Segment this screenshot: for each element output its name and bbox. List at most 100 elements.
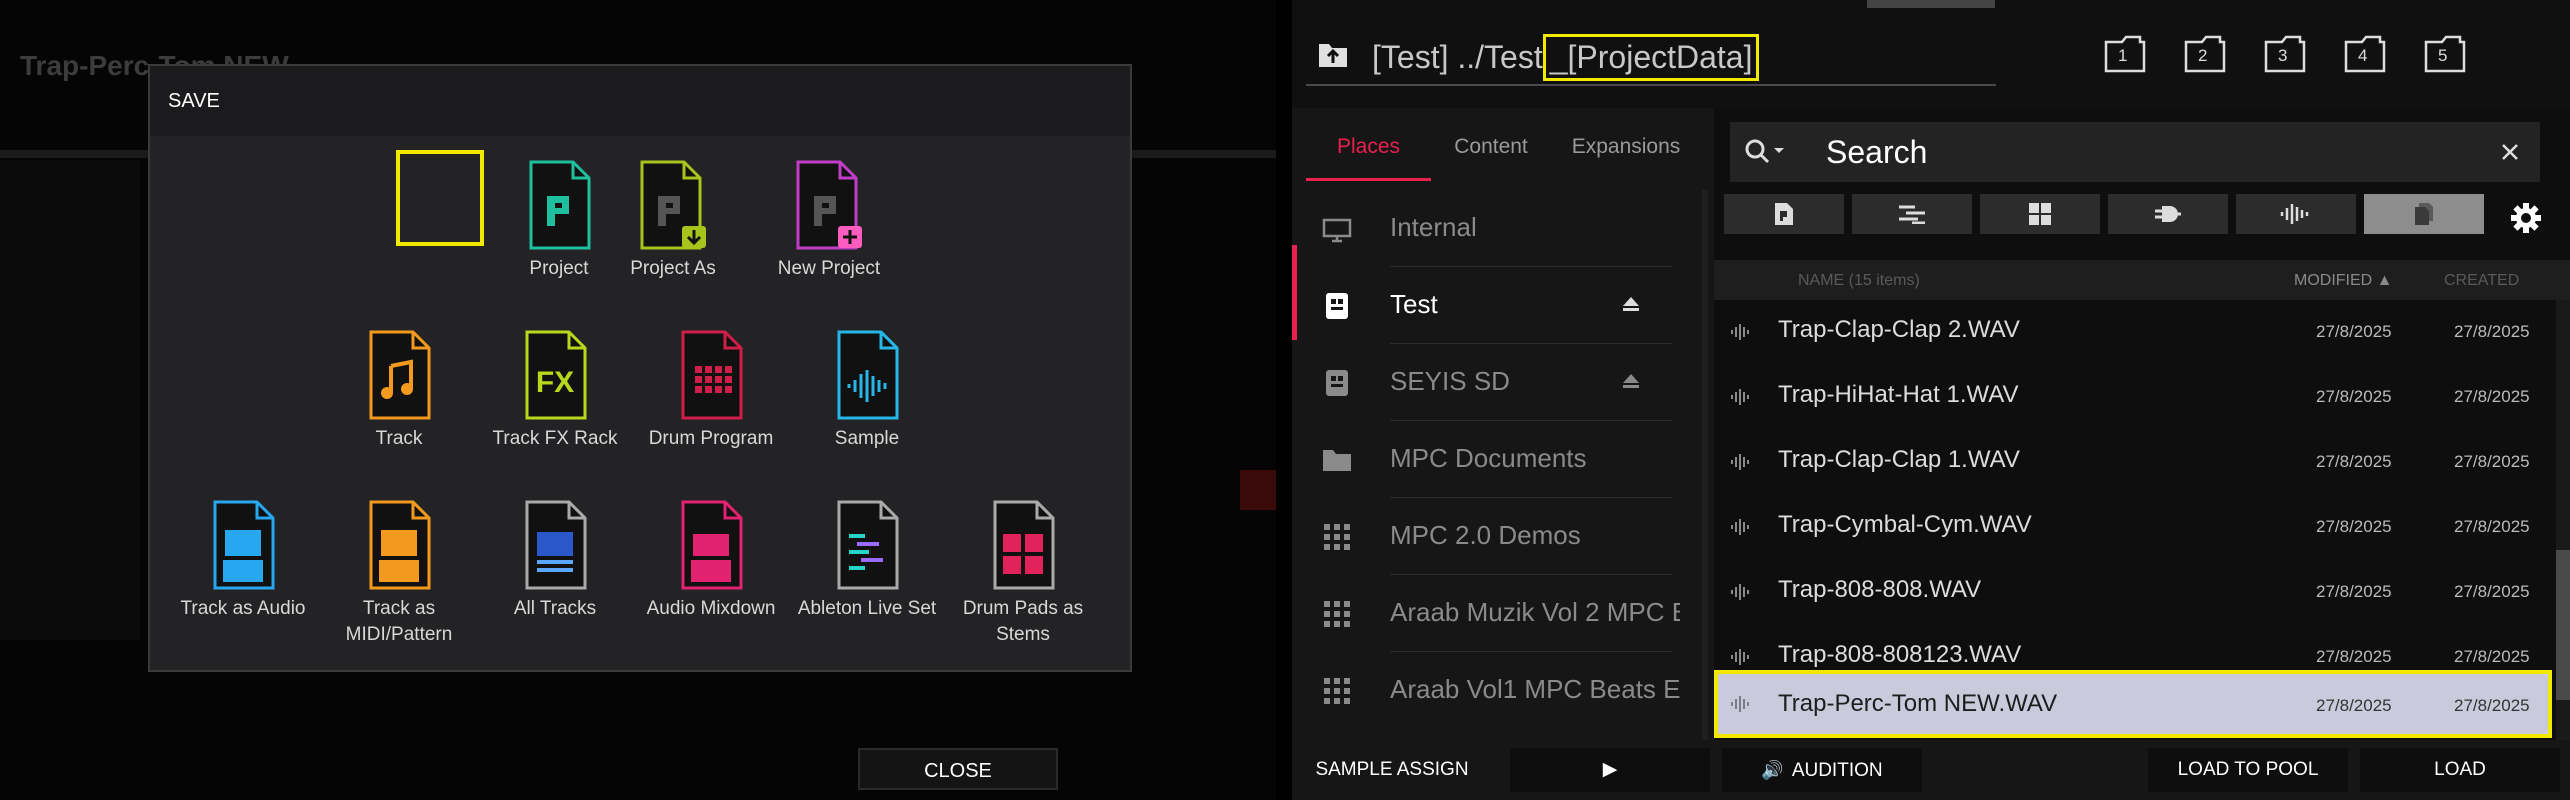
grid-icon	[1324, 678, 1350, 704]
file-created: 27/8/2025	[2454, 387, 2530, 406]
folder-button-5[interactable]: 5	[2424, 34, 2480, 74]
scrollbar-thumb[interactable]	[2556, 550, 2570, 700]
search-bar[interactable]: Search	[1730, 122, 2540, 182]
file-name: Trap-Cymbal-Cym.WAV	[1778, 511, 2032, 538]
places-scrollbar[interactable]	[1702, 190, 1708, 740]
selected-place-indicator	[1292, 245, 1297, 340]
drive-icon	[1326, 370, 1348, 396]
filter-all-files-button[interactable]	[2364, 194, 2484, 234]
save-track-fx-rack-option[interactable]: FX Track FX Rack	[480, 330, 630, 452]
save-option-label: Project As	[630, 258, 716, 279]
place-test[interactable]: Test	[1292, 267, 1712, 344]
sample-assign-button[interactable]: SAMPLE ASSIGN	[1292, 748, 1492, 792]
save-drum-program-option[interactable]: Drum Program	[636, 330, 786, 452]
place-label: MPC 2.0 Demos	[1390, 520, 1581, 550]
save-option-label: All Tracks	[513, 598, 597, 619]
monitor-icon	[1322, 218, 1352, 243]
gear-icon[interactable]	[2510, 202, 2542, 234]
folder-button-1[interactable]: 1	[2104, 34, 2160, 74]
search-placeholder: Search	[1826, 134, 1928, 170]
track-as-audio-icon	[213, 500, 275, 590]
tab-expansions[interactable]: Expansions	[1551, 115, 1701, 179]
load-to-pool-button[interactable]: LOAD TO POOL	[2148, 748, 2348, 792]
load-button[interactable]: LOAD	[2360, 748, 2560, 792]
folder-button-label: 3	[2278, 46, 2288, 65]
bottom-button-bar: SAMPLE ASSIGN ▶ 🔊 AUDITION LOAD TO POOL L…	[1292, 740, 2570, 800]
parent-folder-icon[interactable]	[1318, 40, 1348, 68]
browser-top-bar: [Test] ../Test _[ProjectData] 1 2 3 4 5	[1292, 0, 2570, 108]
play-button[interactable]: ▶	[1510, 748, 1710, 792]
all-tracks-icon	[525, 500, 587, 590]
sequence-icon	[1899, 205, 1925, 224]
filter-sample-button[interactable]	[2236, 194, 2356, 234]
file-row[interactable]: Trap-HiHat-Hat 1.WAV 27/8/2025 27/8/2025	[1714, 365, 2552, 429]
file-created: 27/8/2025	[2454, 696, 2530, 715]
filter-sequence-button[interactable]	[1852, 194, 1972, 234]
waveform-icon	[1731, 584, 1749, 600]
search-icon[interactable]	[1744, 138, 1790, 166]
filter-plugin-button[interactable]	[2108, 194, 2228, 234]
file-row[interactable]: Trap-Clap-Clap 2.WAV 27/8/2025 27/8/2025	[1714, 300, 2552, 364]
save-option-label: Drum Program	[648, 428, 774, 449]
filter-program-button[interactable]	[1980, 194, 2100, 234]
close-button[interactable]: CLOSE	[858, 748, 1058, 790]
file-modified: 27/8/2025	[2316, 582, 2392, 601]
tab-content[interactable]: Content	[1431, 115, 1551, 179]
eject-icon[interactable]	[1622, 372, 1640, 390]
eject-icon[interactable]	[1622, 295, 1640, 313]
place-mpc-documents[interactable]: MPC Documents	[1292, 421, 1712, 498]
clear-search-icon[interactable]	[2500, 142, 2520, 162]
save-track-as-audio-option[interactable]: Track as Audio	[168, 500, 318, 622]
folder-icon	[2104, 35, 2146, 73]
file-row[interactable]: Trap-808-808.WAV 27/8/2025 27/8/2025	[1714, 560, 2552, 624]
place-label: Araab Vol1 MPC Beats Edition	[1390, 674, 1680, 704]
file-row[interactable]: Trap-Clap-Clap 1.WAV 27/8/2025 27/8/2025	[1714, 430, 2552, 494]
save-drum-pads-stems-option[interactable]: Drum Pads as Stems	[948, 500, 1098, 648]
grid-icon	[1324, 601, 1350, 627]
save-ableton-live-set-option[interactable]: Ableton Live Set	[792, 500, 942, 622]
waveform-icon	[1731, 324, 1749, 340]
audition-button[interactable]: 🔊 AUDITION	[1722, 748, 1922, 792]
path-underline	[1306, 84, 1996, 86]
waveform-icon	[1731, 454, 1749, 470]
save-option-label: Sample	[834, 428, 900, 449]
save-new-project-option[interactable]: New Project	[754, 160, 904, 282]
project-icon	[529, 160, 591, 250]
file-row[interactable]: Trap-Cymbal-Cym.WAV 27/8/2025 27/8/2025	[1714, 495, 2552, 559]
column-created-header[interactable]: CREATED	[2444, 272, 2519, 290]
project-highlight	[396, 150, 484, 246]
save-sample-option[interactable]: Sample	[792, 330, 942, 452]
file-list-scrollbar[interactable]	[2556, 300, 2570, 740]
save-project-as-option[interactable]: Project As	[598, 160, 748, 282]
place-mpc-demos[interactable]: MPC 2.0 Demos	[1292, 498, 1712, 575]
save-all-tracks-option[interactable]: All Tracks	[480, 500, 630, 622]
file-modified: 27/8/2025	[2316, 696, 2392, 715]
folder-button-label: 1	[2118, 46, 2128, 65]
browser-tabs: Places Content Expansions	[1306, 115, 1706, 185]
file-name: Trap-Clap-Clap 1.WAV	[1778, 446, 2020, 473]
place-araab-vol2[interactable]: Araab Muzik Vol 2 MPC Beats	[1292, 575, 1712, 652]
save-track-as-midi-option[interactable]: Track as MIDI/Pattern	[324, 500, 474, 648]
path-current-folder: _[ProjectData]	[1542, 34, 1760, 81]
svg-text:FX: FX	[536, 366, 574, 399]
save-track-option[interactable]: Track	[324, 330, 474, 452]
folder-button-3[interactable]: 3	[2264, 34, 2320, 74]
file-name: Trap-HiHat-Hat 1.WAV	[1778, 381, 2019, 408]
file-row-selected[interactable]: Trap-Perc-Tom NEW.WAV 27/8/2025 27/8/202…	[1714, 670, 2552, 738]
column-modified-header[interactable]: MODIFIED ▲	[2294, 272, 2393, 290]
save-screen: Trap-Perc-Tom NEW SAVE Project Project A…	[0, 0, 1276, 800]
file-modified: 27/8/2025	[2316, 322, 2392, 341]
place-araab-vol1[interactable]: Araab Vol1 MPC Beats Edition	[1292, 652, 1712, 729]
folder-button-4[interactable]: 4	[2344, 34, 2400, 74]
save-option-label: Track	[375, 428, 423, 449]
folder-button-2[interactable]: 2	[2184, 34, 2240, 74]
folder-icon	[2424, 35, 2466, 73]
save-audio-mixdown-option[interactable]: Audio Mixdown	[636, 500, 786, 622]
place-seyis-sd[interactable]: SEYIS SD	[1292, 344, 1712, 421]
folder-icon	[2264, 35, 2306, 73]
file-name: Trap-808-808.WAV	[1778, 576, 1982, 603]
filter-project-button[interactable]	[1724, 194, 1844, 234]
column-name-header[interactable]: NAME (15 items)	[1798, 272, 1920, 290]
tab-places[interactable]: Places	[1306, 115, 1431, 179]
place-internal[interactable]: Internal	[1292, 190, 1712, 267]
